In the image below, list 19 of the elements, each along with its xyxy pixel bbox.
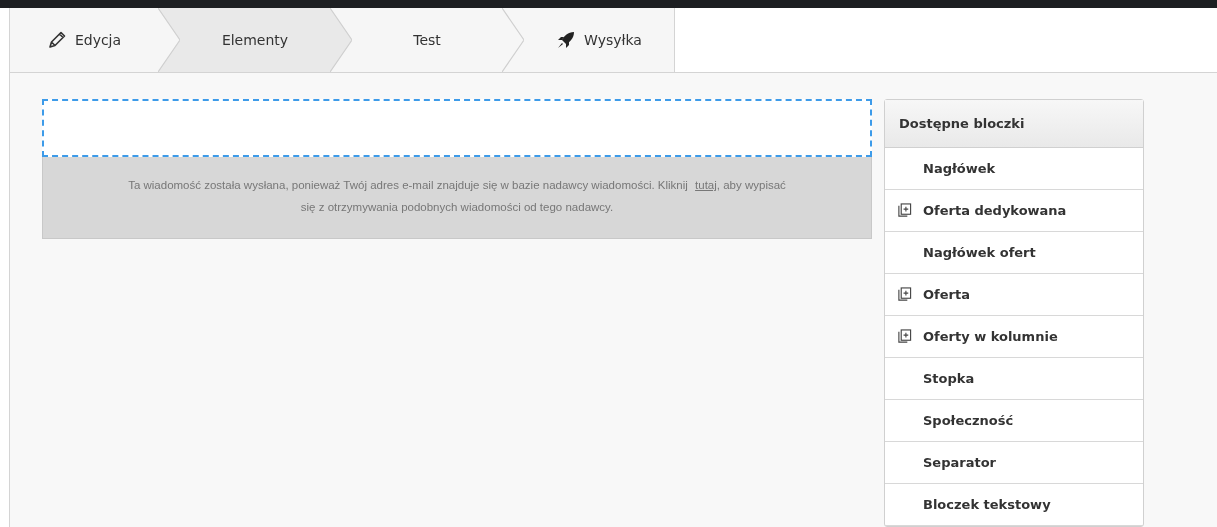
block-item[interactable]: Oferty w kolumnie	[885, 316, 1143, 358]
block-item[interactable]: Nagłówek	[885, 148, 1143, 190]
stacked-cards-plus-icon	[897, 329, 912, 344]
step-tab[interactable]: Wysyłka	[524, 8, 674, 72]
block-item[interactable]: Społeczność	[885, 400, 1143, 442]
block-item[interactable]: Bloczek tekstowy	[885, 484, 1143, 526]
panel-title: Dostępne bloczki	[885, 100, 1143, 148]
block-item[interactable]: Separator	[885, 442, 1143, 484]
pencil-icon	[46, 30, 67, 50]
stacked-cards-plus-icon	[897, 287, 912, 302]
block-item[interactable]: Nagłówek ofert	[885, 232, 1143, 274]
stacked-cards-plus-icon	[897, 203, 912, 218]
unsubscribe-note: Ta wiadomość została wysłana, ponieważ Twój adres e-mail znajduje się w bazie nadawcy wiadomości. Kliknij tutaj, aby wypisać się z otrzymywania podobnych wiadomości od tego nadawcy.	[127, 178, 787, 215]
block-item[interactable]: Stopka	[885, 358, 1143, 400]
rocket-icon	[556, 30, 577, 50]
step-tab[interactable]: Test	[352, 8, 502, 72]
drop-zone[interactable]	[42, 99, 872, 157]
block-item[interactable]: Oferta	[885, 274, 1143, 316]
block-item[interactable]: Oferta dedykowana	[885, 190, 1143, 232]
